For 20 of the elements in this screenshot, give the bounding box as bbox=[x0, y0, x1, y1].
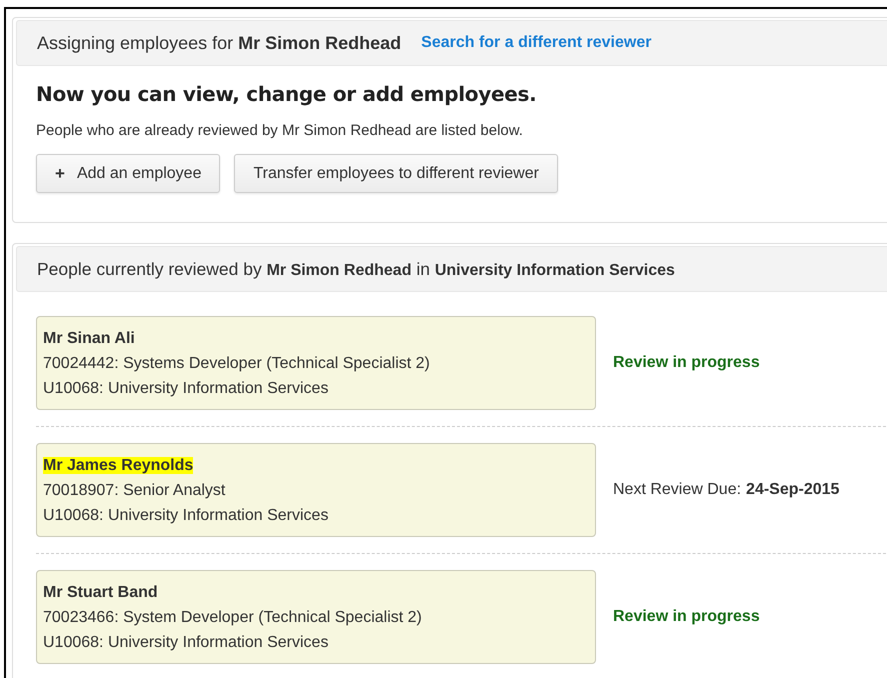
institution-text: U10068: University Information Services bbox=[43, 379, 330, 399]
employee-name: Mr Stuart Band bbox=[43, 584, 158, 601]
section-title: Now you can view, change or add employees. bbox=[36, 82, 538, 106]
search-reviewer-link[interactable]: Search for a different reviewer bbox=[421, 34, 652, 52]
transfer-button[interactable]: Transfer employees to different reviewer bbox=[234, 154, 558, 193]
status-text: Review in progress bbox=[613, 354, 760, 371]
panel-heading: People currently reviewed by Mr Simon Redhead in University Information Services bbox=[37, 258, 675, 280]
post-text: 70024442: Systems Developer (Technical Specialist 2) bbox=[43, 354, 431, 374]
employee-name: Mr James Reynolds bbox=[43, 457, 194, 474]
panel-heading: Assigning employees for Mr Simon Redhead bbox=[37, 32, 402, 54]
institution-text: U10068: University Information Services bbox=[43, 633, 330, 653]
due-date: 24-Sep-2015 bbox=[746, 481, 840, 498]
status-text: Review in progress bbox=[613, 608, 760, 625]
description-text: People who are already reviewed by Mr Simon Redhead are listed below. bbox=[36, 122, 524, 139]
institution-text: U10068: University Information Services bbox=[43, 506, 330, 526]
add-employee-button[interactable]: + Add an employee bbox=[36, 154, 220, 193]
post-text: 70018907: Senior Analyst bbox=[43, 481, 226, 501]
post-text: 70023466: System Developer (Technical Specialist 2) bbox=[43, 608, 423, 628]
due-label: Next Review Due: bbox=[613, 481, 742, 498]
employee-name: Mr Sinan Ali bbox=[43, 330, 135, 347]
